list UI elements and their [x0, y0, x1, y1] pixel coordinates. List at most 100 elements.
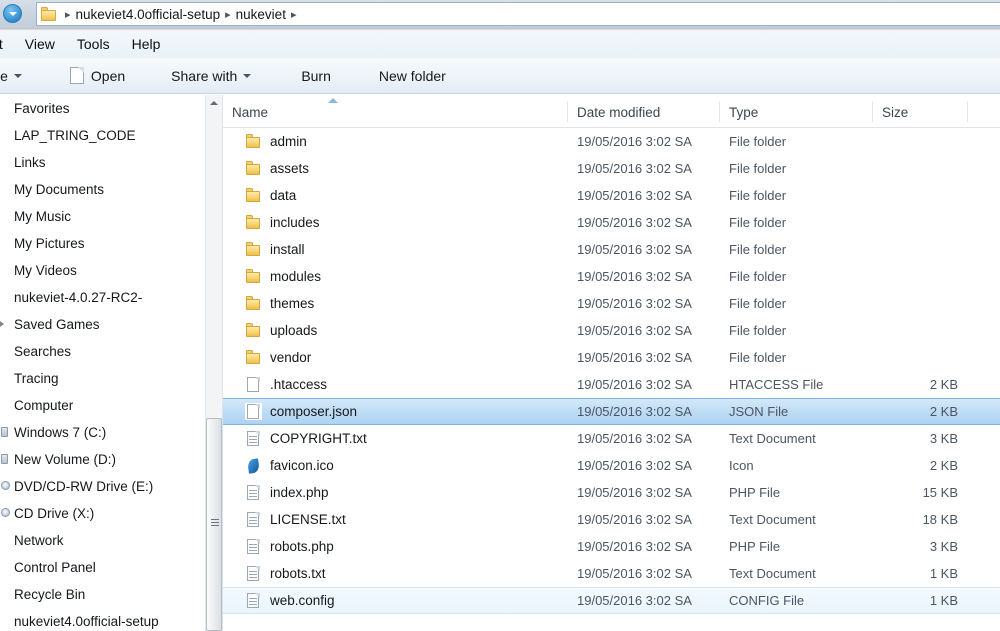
- sidebar-item[interactable]: Windows 7 (C:): [0, 419, 204, 446]
- cell-name[interactable]: LICENSE.txt: [223, 506, 568, 533]
- cell-name[interactable]: assets: [223, 155, 568, 182]
- cell-name[interactable]: composer.json: [223, 399, 568, 424]
- recent-locations-dropdown-icon[interactable]: [3, 4, 22, 23]
- open-button[interactable]: Open: [60, 64, 135, 87]
- table-row[interactable]: admin 19/05/2016 3:02 SA File folder: [223, 128, 1000, 155]
- breadcrumb-separator-trailing[interactable]: ▸: [286, 8, 302, 21]
- cell-date-modified: 19/05/2016 3:02 SA: [577, 323, 692, 338]
- scroll-up-arrow-icon[interactable]: [206, 95, 222, 112]
- sidebar-item[interactable]: Tracing: [0, 365, 204, 392]
- cell-type: File folder: [729, 215, 787, 230]
- cell-type: File folder: [729, 323, 787, 338]
- cell-name[interactable]: COPYRIGHT.txt: [223, 425, 568, 452]
- table-row[interactable]: robots.php 19/05/2016 3:02 SA PHP File 3 KB: [223, 533, 1000, 560]
- table-row[interactable]: favicon.ico 19/05/2016 3:02 SA Icon 2 KB: [223, 452, 1000, 479]
- breadcrumb-item-1[interactable]: nukeviet4.0official-setup: [76, 7, 221, 22]
- sidebar-item[interactable]: Saved Games: [0, 311, 204, 338]
- sidebar-item[interactable]: nukeviet-4.0.27-RC2-: [0, 284, 204, 311]
- file-name: uploads: [270, 323, 318, 338]
- column-header-name[interactable]: Name: [223, 95, 568, 127]
- sidebar-item[interactable]: New Volume (D:): [0, 446, 204, 473]
- table-row[interactable]: web.config 19/05/2016 3:02 SA CONFIG File 1…: [223, 587, 1000, 614]
- cell-name[interactable]: vendor: [223, 344, 568, 371]
- cell-name[interactable]: uploads: [223, 317, 568, 344]
- cell-date-modified: 19/05/2016 3:02 SA: [577, 215, 692, 230]
- sidebar-item[interactable]: Control Panel: [0, 554, 204, 581]
- share-with-button[interactable]: Share with: [161, 65, 261, 87]
- menu-item-tools[interactable]: Tools: [66, 34, 121, 55]
- table-row[interactable]: index.php 19/05/2016 3:02 SA PHP File 15 KB: [223, 479, 1000, 506]
- sidebar-item-label: New Volume (D:): [14, 452, 117, 467]
- organize-button[interactable]: ize: [0, 65, 32, 87]
- burn-button[interactable]: Burn: [291, 65, 341, 87]
- sidebar-item[interactable]: CD Drive (X:): [0, 500, 204, 527]
- sidebar-item[interactable]: Favorites: [0, 95, 204, 122]
- drive-icon: [1, 427, 8, 437]
- sidebar-item[interactable]: My Music: [0, 203, 204, 230]
- table-row[interactable]: uploads 19/05/2016 3:02 SA File folder: [223, 317, 1000, 344]
- sidebar-item[interactable]: Links: [0, 149, 204, 176]
- navigation-pane[interactable]: Favorites LAP_TRING_CODE Links My Documents…: [0, 95, 204, 631]
- table-row[interactable]: install 19/05/2016 3:02 SA File folder: [223, 236, 1000, 263]
- breadcrumb-separator[interactable]: ▸: [220, 8, 236, 21]
- cell-name[interactable]: modules: [223, 263, 568, 290]
- table-row[interactable]: themes 19/05/2016 3:02 SA File folder: [223, 290, 1000, 317]
- table-row[interactable]: composer.json 19/05/2016 3:02 SA JSON File…: [223, 398, 1000, 425]
- sidebar-item-label: My Videos: [14, 263, 77, 278]
- cell-name[interactable]: web.config: [223, 588, 568, 613]
- sidebar-item[interactable]: My Documents: [0, 176, 204, 203]
- cell-date-modified: 19/05/2016 3:02 SA: [577, 458, 692, 473]
- navigation-buttons: [0, 0, 36, 28]
- file-name: assets: [270, 161, 310, 176]
- sidebar-item[interactable]: Recycle Bin: [0, 581, 204, 608]
- scrollbar-thumb[interactable]: [206, 418, 222, 631]
- table-row[interactable]: includes 19/05/2016 3:02 SA File folder: [223, 209, 1000, 236]
- file-list-pane[interactable]: Name Date modified Type Size admin 19/05/…: [223, 95, 1000, 631]
- column-header-date-modified[interactable]: Date modified: [568, 95, 720, 127]
- column-header-size[interactable]: Size: [873, 95, 968, 127]
- cell-name[interactable]: index.php: [223, 479, 568, 506]
- breadcrumb[interactable]: ▸ nukeviet4.0official-setup ▸ nukeviet ▸: [36, 2, 1000, 26]
- column-header-type[interactable]: Type: [720, 95, 873, 127]
- menu-item-help[interactable]: Help: [121, 34, 172, 55]
- cell-name[interactable]: includes: [223, 209, 568, 236]
- cell-name[interactable]: robots.php: [223, 533, 568, 560]
- file-name: robots.txt: [270, 566, 326, 581]
- cell-name[interactable]: .htaccess: [223, 371, 568, 398]
- navigation-pane-scrollbar[interactable]: [205, 95, 222, 631]
- menu-item-view[interactable]: View: [14, 34, 66, 55]
- cell-date-modified: 19/05/2016 3:02 SA: [577, 377, 692, 392]
- table-row[interactable]: assets 19/05/2016 3:02 SA File folder: [223, 155, 1000, 182]
- cell-name[interactable]: data: [223, 182, 568, 209]
- table-row[interactable]: data 19/05/2016 3:02 SA File folder: [223, 182, 1000, 209]
- file-name: index.php: [270, 485, 329, 500]
- sidebar-item[interactable]: Computer: [0, 392, 204, 419]
- sidebar-item[interactable]: LAP_TRING_CODE: [0, 122, 204, 149]
- cell-size: 3 KB: [929, 539, 958, 554]
- cell-name[interactable]: favicon.ico: [223, 452, 568, 479]
- sidebar-item-label: My Documents: [14, 182, 105, 197]
- cell-type: File folder: [729, 350, 787, 365]
- new-folder-button[interactable]: New folder: [369, 65, 456, 87]
- table-row[interactable]: vendor 19/05/2016 3:02 SA File folder: [223, 344, 1000, 371]
- cell-name[interactable]: install: [223, 236, 568, 263]
- cell-name[interactable]: themes: [223, 290, 568, 317]
- breadcrumb-item-2[interactable]: nukeviet: [236, 7, 286, 22]
- cell-name[interactable]: robots.txt: [223, 560, 568, 587]
- sidebar-item[interactable]: Network: [0, 527, 204, 554]
- chevron-right-icon[interactable]: [0, 321, 4, 327]
- cell-name[interactable]: admin: [223, 128, 568, 155]
- menu-item-edit[interactable]: dit: [0, 34, 14, 55]
- sidebar-item[interactable]: My Videos: [0, 257, 204, 284]
- table-row[interactable]: robots.txt 19/05/2016 3:02 SA Text Documen…: [223, 560, 1000, 587]
- table-row[interactable]: .htaccess 19/05/2016 3:02 SA HTACCESS File…: [223, 371, 1000, 398]
- sidebar-item[interactable]: nukeviet4.0official-setup: [0, 608, 204, 631]
- burn-label: Burn: [301, 67, 331, 84]
- table-row[interactable]: LICENSE.txt 19/05/2016 3:02 SA Text Docume…: [223, 506, 1000, 533]
- table-row[interactable]: COPYRIGHT.txt 19/05/2016 3:02 SA Text Docu…: [223, 425, 1000, 452]
- sidebar-item[interactable]: My Pictures: [0, 230, 204, 257]
- sidebar-item[interactable]: Searches: [0, 338, 204, 365]
- sidebar-item[interactable]: DVD/CD-RW Drive (E:): [0, 473, 204, 500]
- cell-type: File folder: [729, 296, 787, 311]
- table-row[interactable]: modules 19/05/2016 3:02 SA File folder: [223, 263, 1000, 290]
